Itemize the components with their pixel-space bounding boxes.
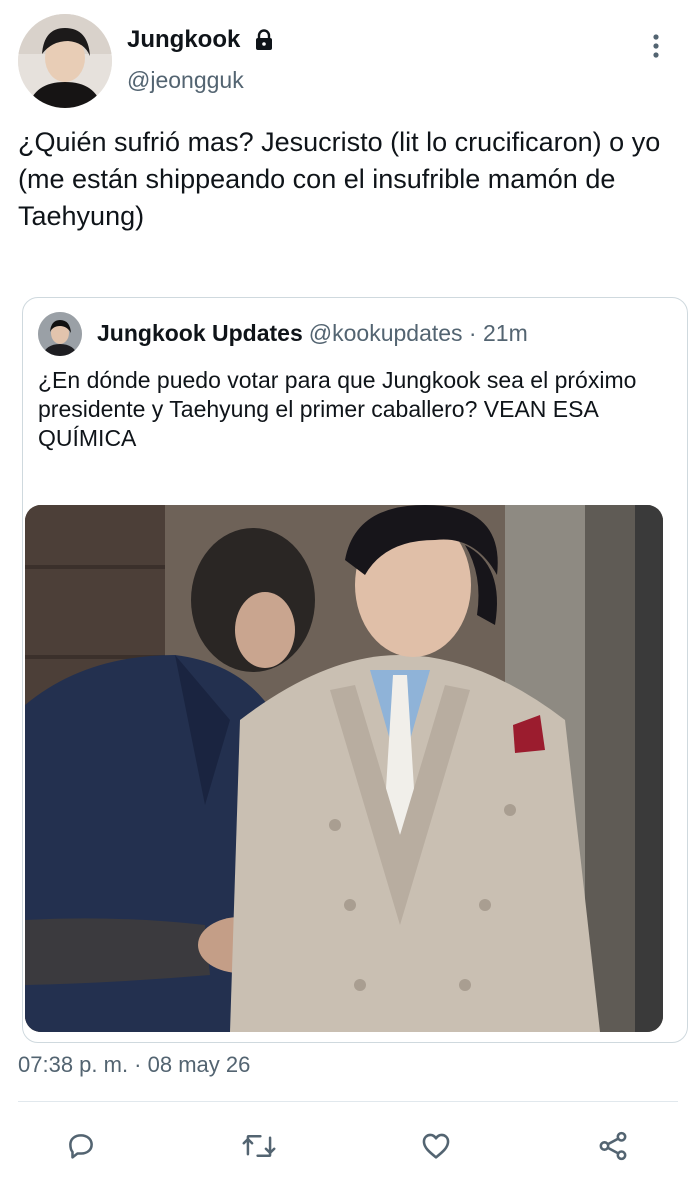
retweet-icon[interactable] <box>239 1126 279 1166</box>
share-icon[interactable] <box>593 1126 633 1166</box>
author-avatar[interactable] <box>18 14 112 108</box>
quote-meta: @kookupdates · 21m <box>308 320 528 346</box>
action-bar <box>0 1118 695 1174</box>
quote-text: ¿En dónde puedo votar para que Jungkook … <box>38 367 637 451</box>
quote-photo[interactable] <box>25 505 663 1032</box>
more-options-icon[interactable] <box>645 32 667 60</box>
author-handle[interactable]: @jeongguk <box>127 67 244 94</box>
quoted-tweet[interactable]: Jungkook Updates @kookupdates · 21m ¿En d… <box>22 297 688 1043</box>
like-icon[interactable] <box>416 1126 456 1166</box>
tweet-text: ¿Quién sufrió mas? Jesucristo (lit lo cr… <box>18 127 661 231</box>
tweet-card: Jungkook @jeongguk ¿Quién sufrió mas? Je… <box>0 0 695 1200</box>
quote-header: Jungkook Updates @kookupdates · 21m <box>97 320 528 347</box>
divider <box>18 1101 678 1102</box>
quote-avatar[interactable] <box>38 312 82 356</box>
lock-icon <box>252 28 276 52</box>
author-name-row: Jungkook <box>127 26 276 54</box>
author-display-name[interactable]: Jungkook <box>127 26 240 54</box>
reply-icon[interactable] <box>61 1126 101 1166</box>
quote-display-name[interactable]: Jungkook Updates <box>97 320 303 346</box>
tweet-timestamp[interactable]: 07:38 p. m. · 08 may 26 <box>18 1052 250 1078</box>
